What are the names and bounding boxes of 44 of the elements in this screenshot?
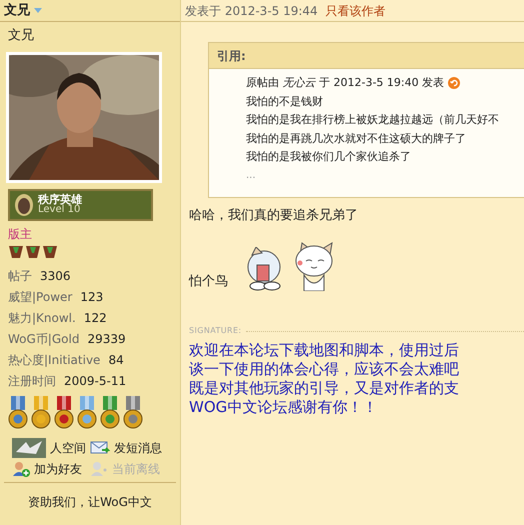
stat-value: 2009-5-11 [64, 372, 126, 390]
quote-line: 我怕的是再跳几次水就对不住这硕大的牌子了 [246, 130, 467, 146]
profile-action-link[interactable]: 加为好友 [12, 460, 90, 478]
author-name[interactable]: 文兄 [4, 0, 30, 20]
signature-line: 欢迎在本论坛下载地图和脚本，使用过后 [189, 341, 460, 360]
rank-level: Level 10 [38, 205, 80, 215]
stat-label: 威望|Power [8, 288, 72, 306]
post-text: 哈哈，我们真的要追杀兄弟了 [189, 206, 359, 224]
profile-action-link[interactable]: 发短消息 [90, 438, 168, 458]
signature-line: 既是对其他玩家的引导，又是对作者的支 [189, 379, 460, 398]
donate-text: 资助我们，让WoG中文 [27, 494, 153, 510]
signature-label: SIGNATURE: [189, 325, 242, 337]
stat-label: 帖子 [8, 268, 32, 284]
stat-label: 注册时间 [8, 372, 56, 390]
post-text: 怕个鸟 [189, 272, 228, 290]
stat-value: 122 [84, 310, 107, 326]
quote-line: 我怕的是我在排行榜上被妖龙越拉越远（前几天好不 [246, 112, 500, 128]
quote-header: 引用: [209, 43, 524, 69]
signature-line: WOG中文论坛感谢有你！！ [189, 398, 378, 417]
user-role: 版主 [7, 226, 33, 242]
signature-line: 谈一下使用的体会心得，应该不会太难吧 [189, 360, 460, 379]
quote-line: 我怕的是我被你们几个家伙追杀了 [246, 149, 412, 165]
stat-value: 3306 [40, 268, 71, 284]
quote-line: 我怕的不是钱财 [246, 94, 324, 110]
stat-label: 热心度|Initiative [8, 352, 100, 368]
add-user-icon [12, 460, 30, 476]
profile-action-link[interactable]: 人空间 [12, 438, 90, 458]
envelope-icon [90, 440, 110, 456]
author-only-link[interactable]: 只看该作者 [326, 2, 386, 20]
rank-title: 秩序英雄 [38, 194, 82, 205]
stat-value: 84 [108, 352, 124, 368]
quote-byline: 原帖由 无心云 于 2012-3-5 19:40 发表 [246, 75, 444, 91]
quote-line: ... [246, 168, 257, 182]
stat-value: 29339 [87, 330, 126, 348]
post-date: 发表于 2012-3-5 19:44 [185, 2, 318, 20]
nickname: 文兄 [7, 27, 35, 45]
user-icon [90, 460, 108, 476]
rank-icons-drawing [8, 244, 60, 258]
stat-label: 魅力|Knowl. [8, 310, 76, 326]
stat-label: WoG币|Gold [8, 330, 80, 348]
bird-icon [12, 438, 46, 458]
jump-icon[interactable] [448, 77, 460, 90]
dropdown-icon[interactable] [34, 8, 42, 14]
stat-value: 123 [80, 288, 104, 306]
